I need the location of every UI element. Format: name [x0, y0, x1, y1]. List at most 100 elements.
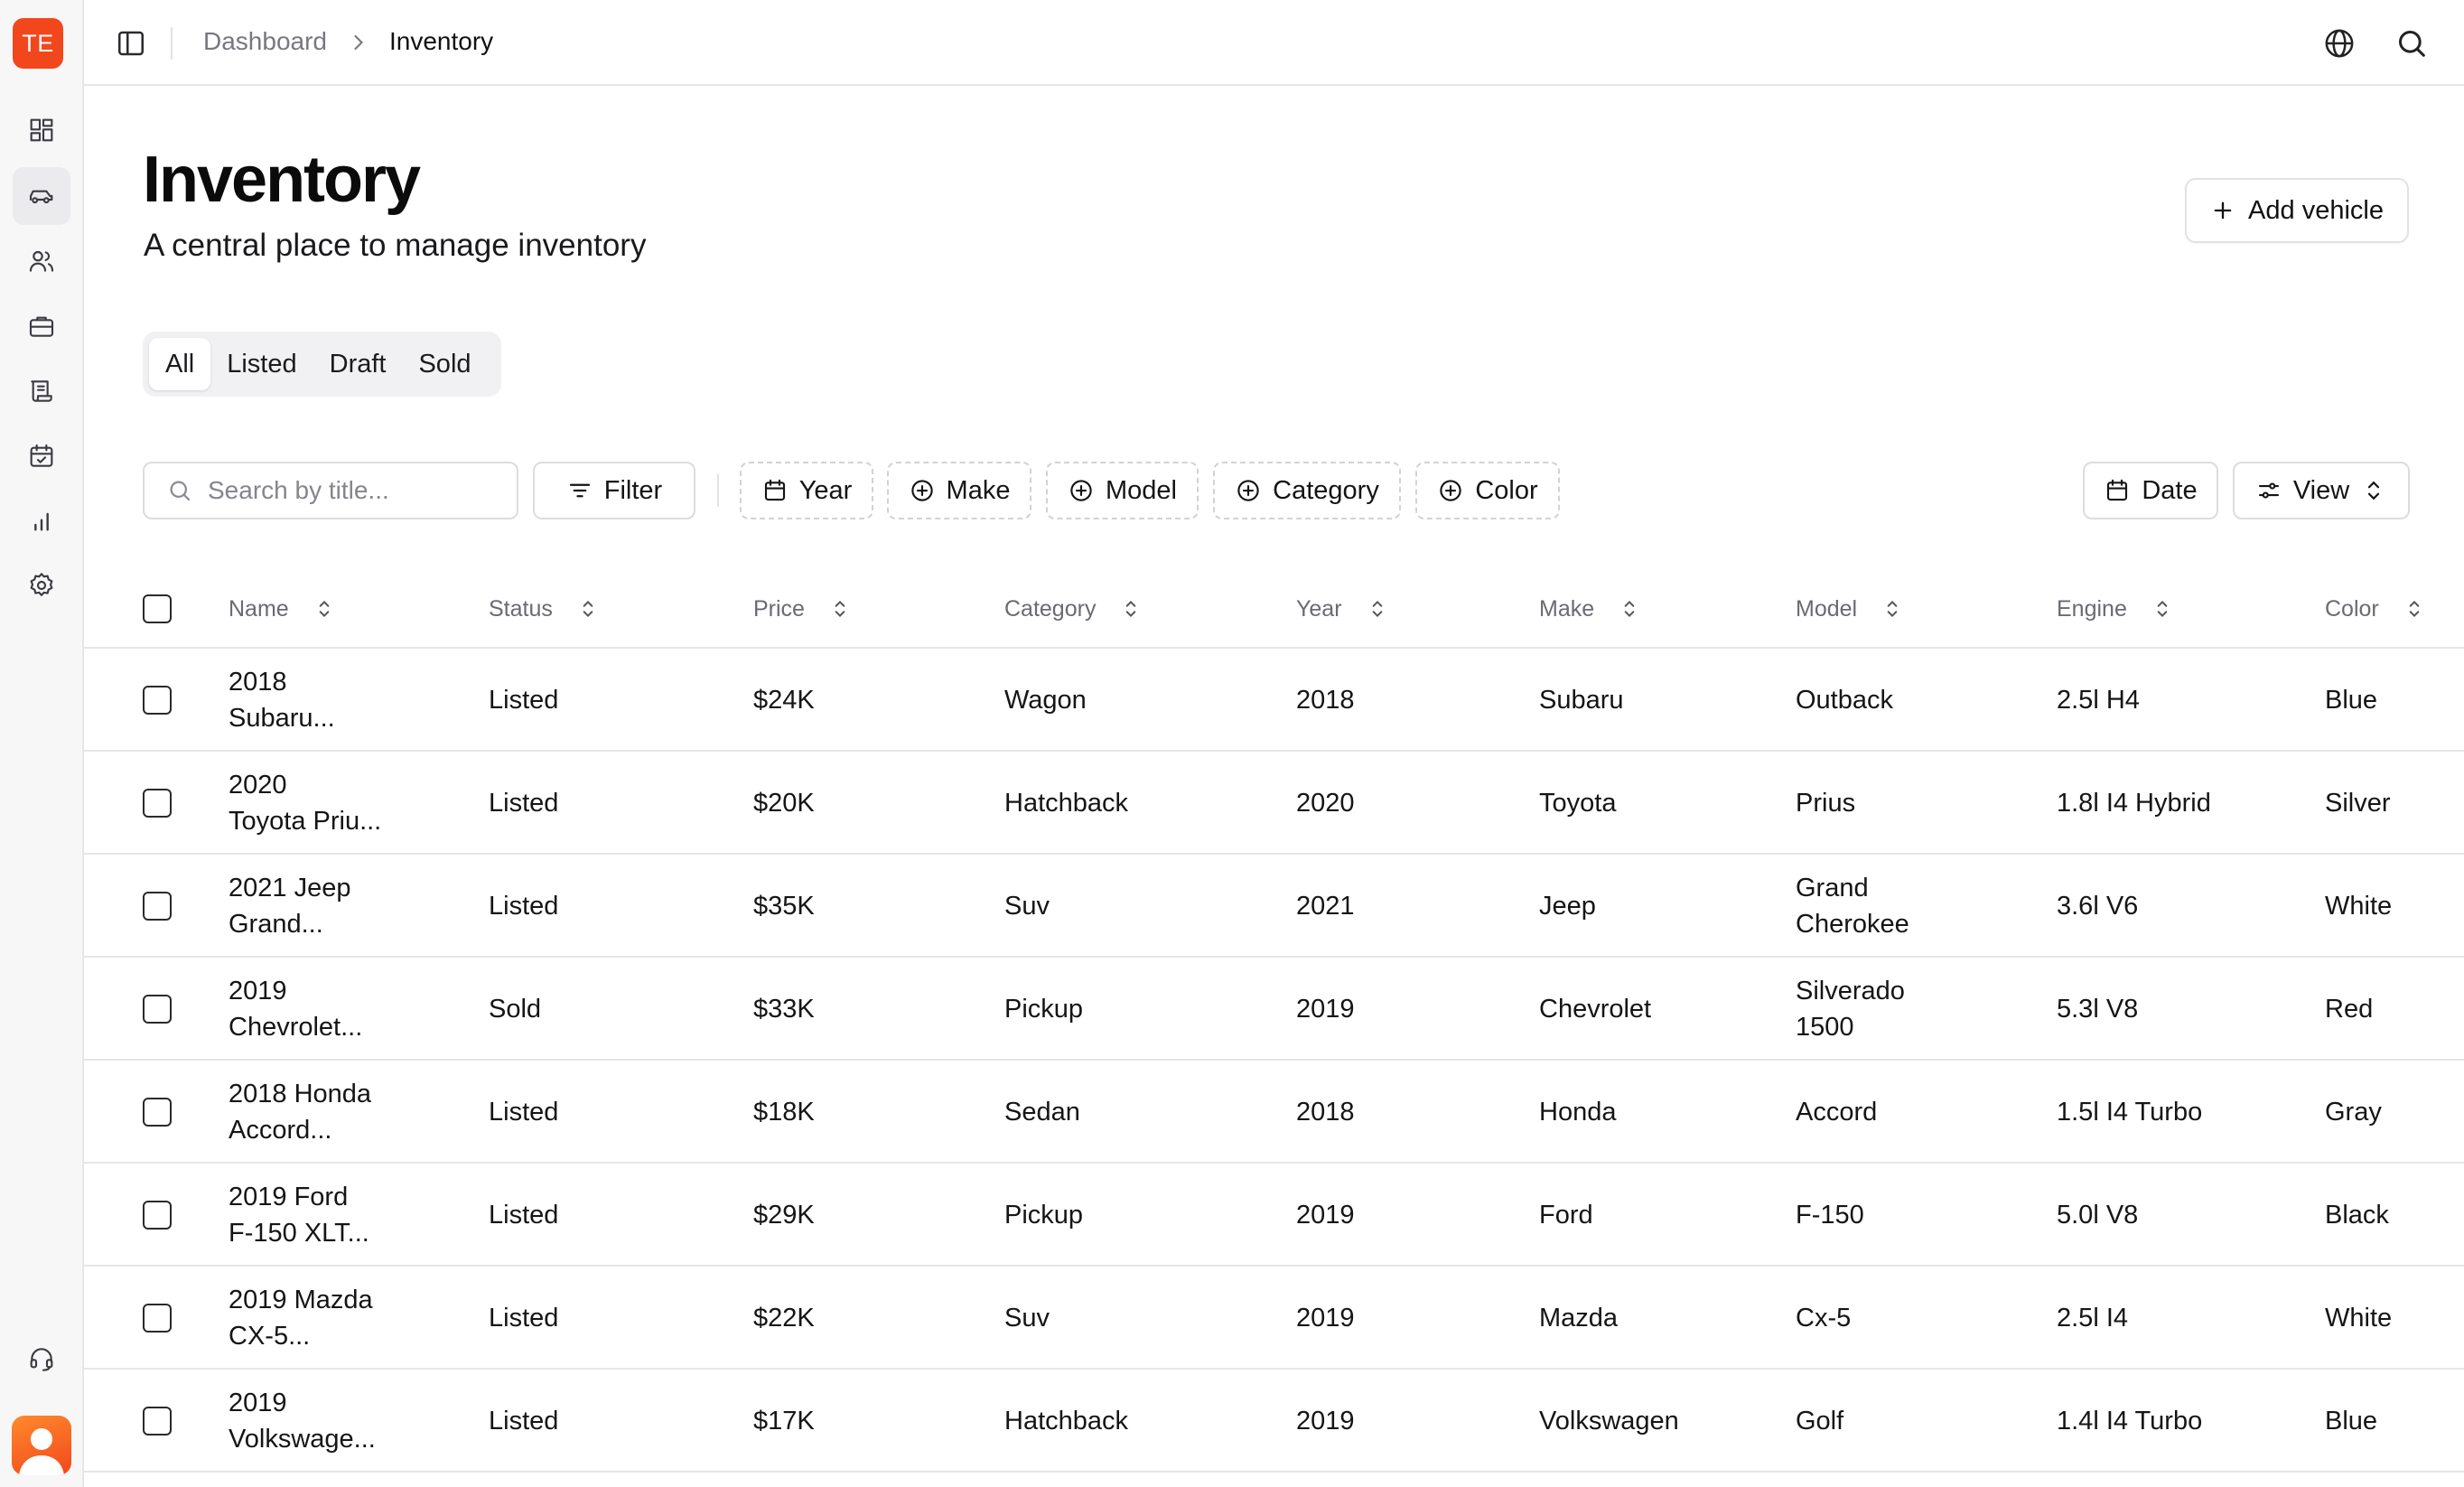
user-avatar[interactable]: [12, 1416, 71, 1475]
sort-icon[interactable]: [576, 597, 600, 621]
cell-model-line: Grand: [1796, 874, 1869, 902]
app-logo[interactable]: TE: [13, 18, 63, 69]
row-checkbox[interactable]: [143, 995, 172, 1024]
cell-color: Red: [2325, 995, 2374, 1024]
cell-engine: 5.0l V8: [2057, 1201, 2139, 1230]
row-checkbox[interactable]: [143, 1098, 172, 1127]
make-facet-button[interactable]: Make: [887, 462, 1031, 519]
row-checkbox[interactable]: [143, 1304, 172, 1333]
column-header-name[interactable]: Name: [229, 569, 336, 649]
cell-model-line: Outback: [1796, 686, 1893, 715]
column-header-category[interactable]: Category: [1004, 569, 1143, 649]
add-vehicle-button[interactable]: Add vehicle: [2185, 178, 2409, 243]
nav-dashboard-icon[interactable]: [13, 101, 70, 159]
nav-calendar-check-icon[interactable]: [13, 427, 70, 485]
year-facet-button[interactable]: Year: [740, 462, 873, 519]
cell-color: White: [2325, 1304, 2393, 1333]
sort-icon[interactable]: [1618, 597, 1641, 621]
breadcrumb-inventory: Inventory: [389, 27, 494, 55]
row-checkbox[interactable]: [143, 686, 172, 715]
table-row[interactable]: 2018 Subaru... Listed $24K Wagon 2018 Subaru Ou…: [84, 649, 2464, 752]
column-header-year[interactable]: Year: [1296, 569, 1389, 649]
chevrons-up-down-icon: [2368, 481, 2380, 500]
sort-icon[interactable]: [313, 597, 336, 621]
nav-car-icon[interactable]: [13, 167, 70, 225]
table-row[interactable]: 2019 Mazda CX-5... Listed $22K Suv 2019 Mazda C…: [84, 1267, 2464, 1370]
column-header-engine[interactable]: Engine: [2057, 569, 2174, 649]
column-header-price[interactable]: Price: [753, 569, 852, 649]
table-row[interactable]: 2019 Ford F-150 XLT... Listed $29K Pickup 201…: [84, 1164, 2464, 1267]
cell-price: $18K: [753, 1098, 815, 1127]
sort-icon[interactable]: [2403, 597, 2426, 621]
tab-draft[interactable]: Draft: [313, 338, 403, 390]
sort-icon[interactable]: [1366, 597, 1389, 621]
view-label: View: [2292, 475, 2350, 505]
tab-listed[interactable]: Listed: [210, 338, 313, 390]
cell-year: 2020: [1296, 789, 1355, 818]
column-label: Color: [2325, 595, 2379, 622]
nav-briefcase-icon[interactable]: [13, 297, 70, 355]
search-icon[interactable]: [2394, 25, 2430, 61]
table-row[interactable]: 2021 Jeep Grand... Listed $35K Suv 2021 Jeep Gr…: [84, 855, 2464, 958]
cell-status: Listed: [489, 1098, 559, 1127]
globe-icon[interactable]: [2321, 25, 2357, 61]
nav-users-icon[interactable]: [13, 232, 70, 290]
cell-status: Listed: [489, 1407, 559, 1436]
cell-name: 2019 Chevrolet...: [229, 958, 409, 1061]
cell-name: 2021 Jeep Grand...: [229, 855, 409, 958]
cell-price: $22K: [753, 1304, 815, 1333]
table-row[interactable]: 2018 Honda Accord... Listed $18K Sedan 2018 Ho…: [84, 1061, 2464, 1164]
sort-icon[interactable]: [1881, 597, 1904, 621]
column-header-status[interactable]: Status: [489, 569, 600, 649]
tab-all[interactable]: All: [149, 338, 211, 390]
cell-model: Grand Cherokee: [1796, 855, 1940, 958]
cell-color: Gray: [2325, 1098, 2382, 1127]
cell-engine: 5.3l V8: [2057, 995, 2139, 1024]
nav-bar-chart-icon[interactable]: [13, 492, 70, 550]
cell-model: Cx-5: [1796, 1267, 1940, 1370]
cell-status: Listed: [489, 789, 559, 818]
color-facet-button[interactable]: Color: [1415, 462, 1560, 519]
date-button[interactable]: Date: [2083, 462, 2218, 519]
table-body: 2018 Subaru... Listed $24K Wagon 2018 Subaru Ou…: [84, 649, 2464, 1473]
filter-button[interactable]: Filter: [533, 462, 695, 519]
column-header-color[interactable]: Color: [2325, 569, 2426, 649]
sidebar-toggle-icon[interactable]: [115, 27, 147, 60]
sort-icon[interactable]: [828, 597, 852, 621]
row-checkbox[interactable]: [143, 789, 172, 818]
select-all-checkbox[interactable]: [143, 594, 172, 623]
view-button[interactable]: View: [2233, 462, 2410, 519]
cell-name-line: 2019: [229, 1389, 287, 1417]
sort-icon[interactable]: [2151, 597, 2174, 621]
cell-name-line: Grand...: [229, 910, 323, 939]
tab-sold[interactable]: Sold: [402, 338, 487, 390]
sort-icon[interactable]: [1119, 597, 1143, 621]
search-input[interactable]: [208, 476, 479, 505]
cell-year: 2021: [1296, 892, 1355, 921]
row-checkbox[interactable]: [143, 1201, 172, 1230]
calendar-icon: [2107, 479, 2128, 501]
category-facet-button[interactable]: Category: [1213, 462, 1401, 519]
search-field[interactable]: [143, 462, 518, 519]
cell-price: $17K: [753, 1407, 815, 1436]
cell-status: Sold: [489, 995, 542, 1024]
row-checkbox[interactable]: [143, 892, 172, 921]
cell-name: 2019 Volkswage...: [229, 1370, 409, 1473]
column-header-make[interactable]: Make: [1539, 569, 1641, 649]
topbar-divider: [171, 27, 173, 60]
nav-gear-icon[interactable]: [13, 556, 70, 614]
cell-name-line: 2020: [229, 771, 287, 800]
cell-category: Suv: [1004, 892, 1050, 921]
cell-model: Prius: [1796, 752, 1940, 855]
row-checkbox[interactable]: [143, 1407, 172, 1436]
table-row[interactable]: 2020 Toyota Priu... Listed $20K Hatchback 202…: [84, 752, 2464, 855]
model-facet-button[interactable]: Model: [1046, 462, 1199, 519]
nav-scroll-icon[interactable]: [13, 362, 70, 420]
column-header-model[interactable]: Model: [1796, 569, 1904, 649]
table-header: Name Status Price Category Year Make Model Engi…: [84, 569, 2464, 649]
cell-engine: 2.5l I4: [2057, 1304, 2128, 1333]
table-row[interactable]: 2019 Chevrolet... Sold $33K Pickup 2019 Chevro…: [84, 958, 2464, 1061]
support-headset-icon[interactable]: [13, 1330, 70, 1388]
table-row[interactable]: 2019 Volkswage... Listed $17K Hatchback 2019 V…: [84, 1370, 2464, 1473]
breadcrumb-dashboard[interactable]: Dashboard: [203, 27, 327, 56]
